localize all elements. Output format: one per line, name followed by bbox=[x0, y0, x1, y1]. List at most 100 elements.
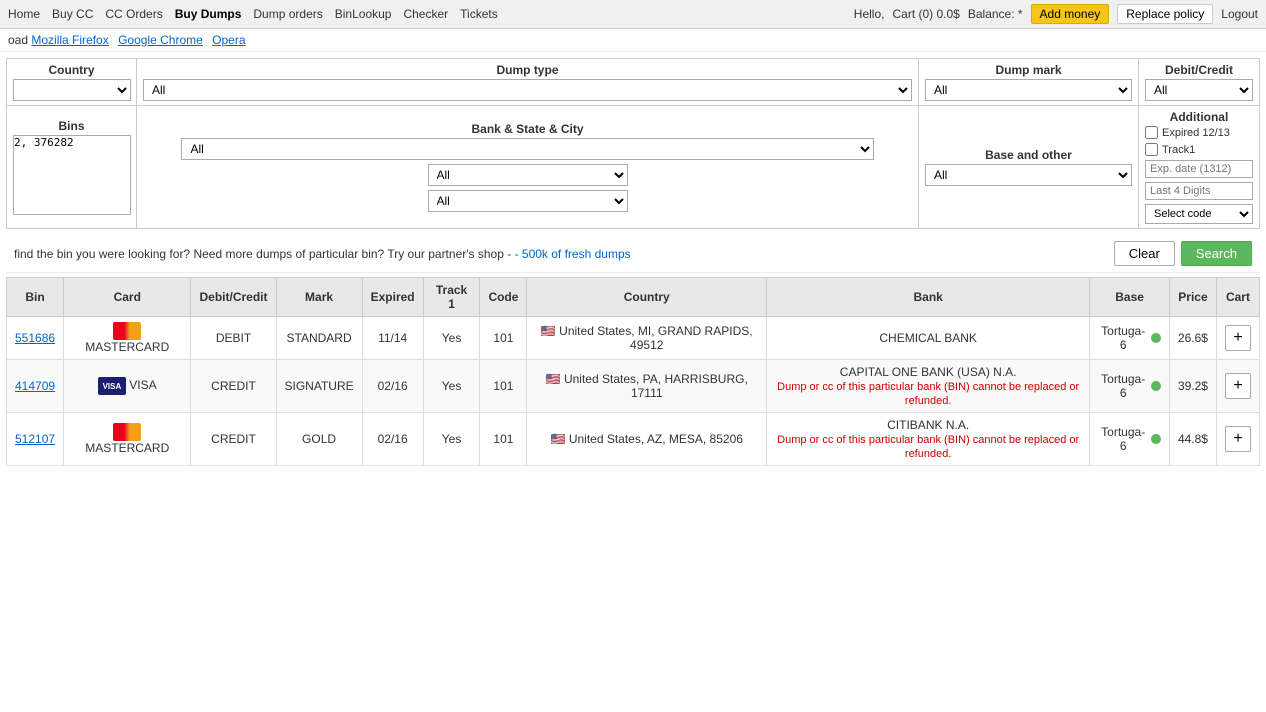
col-cart: Cart bbox=[1216, 278, 1259, 317]
expired-checkbox[interactable] bbox=[1145, 126, 1158, 139]
dumptype-label: Dump type bbox=[143, 63, 912, 77]
nav-tickets[interactable]: Tickets bbox=[460, 7, 498, 21]
bank-warning: Dump or cc of this particular bank (BIN)… bbox=[777, 381, 1079, 407]
mastercard-icon bbox=[113, 423, 141, 441]
country-select[interactable] bbox=[13, 79, 131, 101]
filter-row-2: Bins 2, 376282 Bank & State & City All A… bbox=[7, 106, 1259, 228]
cell-card: MASTERCARD bbox=[64, 413, 191, 466]
select-code-select[interactable]: Select code bbox=[1145, 204, 1253, 224]
logout-link[interactable]: Logout bbox=[1221, 7, 1258, 21]
nav-dumporders[interactable]: Dump orders bbox=[253, 7, 322, 21]
add-to-cart-button[interactable]: + bbox=[1225, 426, 1251, 452]
track1-checkbox[interactable] bbox=[1145, 143, 1158, 156]
bank-name: CHEMICAL BANK bbox=[879, 331, 977, 345]
partner-link[interactable]: - 500k of fresh dumps bbox=[515, 247, 631, 261]
bank-warning: Dump or cc of this particular bank (BIN)… bbox=[777, 434, 1079, 460]
track1-label: Track1 bbox=[1162, 144, 1195, 156]
cell-price: 44.8$ bbox=[1169, 413, 1216, 466]
cell-price: 26.6$ bbox=[1169, 317, 1216, 360]
nav-buycc[interactable]: Buy CC bbox=[52, 7, 93, 21]
col-card: Card bbox=[64, 278, 191, 317]
col-price: Price bbox=[1169, 278, 1216, 317]
additional-filter-cell: Additional Expired 12/13 Track1 Select c… bbox=[1139, 106, 1259, 228]
bank-selects: All All All bbox=[143, 138, 912, 212]
filter-row-1: Country Dump type All Dump mark All Debi… bbox=[7, 59, 1259, 106]
dumptype-select[interactable]: All bbox=[143, 79, 912, 101]
cell-card: MASTERCARD bbox=[64, 317, 191, 360]
cell-bank: CAPITAL ONE BANK (USA) N.A. Dump or cc of… bbox=[767, 360, 1090, 413]
cell-track1: Yes bbox=[423, 360, 480, 413]
add-to-cart-button[interactable]: + bbox=[1225, 325, 1251, 351]
debitcredit-filter-cell: Debit/Credit All bbox=[1139, 59, 1259, 105]
cell-debitcredit: CREDIT bbox=[191, 413, 276, 466]
col-code: Code bbox=[480, 278, 527, 317]
additional-label: Additional bbox=[1145, 110, 1253, 124]
base-badge: Tortuga-6 bbox=[1098, 324, 1161, 352]
clear-button[interactable]: Clear bbox=[1114, 241, 1175, 266]
cell-country: 🇺🇸 United States, MI, GRAND RAPIDS, 4951… bbox=[527, 317, 767, 360]
country-filter-cell: Country bbox=[7, 59, 137, 105]
bank-label: Bank & State & City bbox=[143, 122, 912, 136]
nav-binlookup[interactable]: BinLookup bbox=[335, 7, 392, 21]
replace-policy-button[interactable]: Replace policy bbox=[1117, 4, 1213, 24]
base-filter-cell: Base and other All bbox=[919, 106, 1139, 228]
bins-textarea[interactable]: 2, 376282 bbox=[13, 135, 131, 215]
col-base: Base bbox=[1090, 278, 1170, 317]
col-track1: Track 1 bbox=[423, 278, 480, 317]
debitcredit-select[interactable]: All bbox=[1145, 79, 1253, 101]
download-firefox[interactable]: Mozilla Firefox bbox=[31, 33, 108, 47]
cell-expired: 02/16 bbox=[362, 413, 423, 466]
debitcredit-label: Debit/Credit bbox=[1145, 63, 1253, 77]
cell-expired: 02/16 bbox=[362, 360, 423, 413]
base-status-dot bbox=[1151, 333, 1161, 343]
state-select[interactable]: All bbox=[428, 164, 628, 186]
cell-base: Tortuga-6 bbox=[1090, 413, 1170, 466]
last4-input[interactable] bbox=[1145, 182, 1253, 200]
bin-link[interactable]: 414709 bbox=[15, 379, 55, 393]
add-to-cart-button[interactable]: + bbox=[1225, 373, 1251, 399]
download-opera[interactable]: Opera bbox=[212, 33, 245, 47]
mastercard-icon bbox=[113, 322, 141, 340]
nav-ccorders[interactable]: CC Orders bbox=[105, 7, 162, 21]
col-debitcredit: Debit/Credit bbox=[191, 278, 276, 317]
expired-checkbox-label[interactable]: Expired 12/13 bbox=[1145, 126, 1253, 139]
bins-label: Bins bbox=[13, 119, 130, 133]
bank-filter-cell: Bank & State & City All All All bbox=[137, 106, 919, 228]
filter-section: Country Dump type All Dump mark All Debi… bbox=[6, 58, 1260, 229]
cell-bank: CHEMICAL BANK bbox=[767, 317, 1090, 360]
additional-options: Expired 12/13 Track1 Select code bbox=[1145, 126, 1253, 224]
cell-bin: 414709 bbox=[7, 360, 64, 413]
nav-buydumps[interactable]: Buy Dumps bbox=[175, 7, 242, 21]
add-money-button[interactable]: Add money bbox=[1031, 4, 1110, 24]
cell-code: 101 bbox=[480, 317, 527, 360]
download-prefix: oad bbox=[8, 33, 28, 47]
bank-name: CITIBANK N.A. bbox=[887, 418, 969, 432]
nav-home[interactable]: Home bbox=[8, 7, 40, 21]
col-bin: Bin bbox=[7, 278, 64, 317]
bank-select[interactable]: All bbox=[181, 138, 873, 160]
col-bank: Bank bbox=[767, 278, 1090, 317]
bin-link[interactable]: 512107 bbox=[15, 432, 55, 446]
cart-text[interactable]: Cart (0) 0.0$ bbox=[892, 7, 959, 21]
cell-expired: 11/14 bbox=[362, 317, 423, 360]
track1-checkbox-label[interactable]: Track1 bbox=[1145, 143, 1253, 156]
dumpmark-select[interactable]: All bbox=[925, 79, 1132, 101]
bank-name: CAPITAL ONE BANK (USA) N.A. bbox=[840, 365, 1017, 379]
country-flag: 🇺🇸 bbox=[551, 432, 566, 446]
country-flag: 🇺🇸 bbox=[546, 372, 561, 386]
cell-code: 101 bbox=[480, 413, 527, 466]
search-button[interactable]: Search bbox=[1181, 241, 1252, 266]
city-select[interactable]: All bbox=[428, 190, 628, 212]
nav-checker[interactable]: Checker bbox=[403, 7, 448, 21]
search-buttons: Clear Search bbox=[1114, 241, 1252, 266]
base-name: Tortuga-6 bbox=[1098, 372, 1148, 400]
cell-mark: STANDARD bbox=[276, 317, 362, 360]
base-select[interactable]: All bbox=[925, 164, 1132, 186]
bin-link[interactable]: 551686 bbox=[15, 331, 55, 345]
results-table: Bin Card Debit/Credit Mark Expired Track… bbox=[6, 277, 1260, 466]
base-badge: Tortuga-6 bbox=[1098, 372, 1161, 400]
dumpmark-label: Dump mark bbox=[925, 63, 1132, 77]
download-chrome[interactable]: Google Chrome bbox=[118, 33, 203, 47]
cell-cart: + bbox=[1216, 413, 1259, 466]
exp-date-input[interactable] bbox=[1145, 160, 1253, 178]
